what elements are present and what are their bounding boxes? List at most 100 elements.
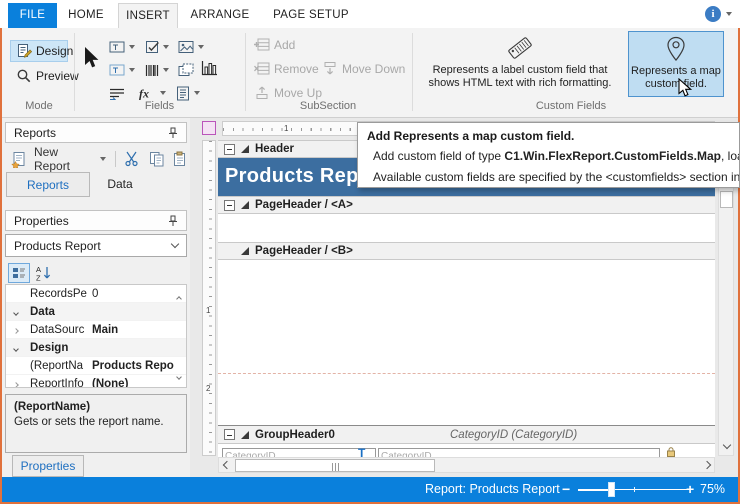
checkbox-dropdown-caret-icon[interactable] [161,38,171,56]
property-row-reportinfo[interactable]: ReportInfo (None) [6,375,186,388]
zoom-slider-track[interactable] [578,489,688,490]
remove-label: Remove [274,62,319,76]
sidebar-tab-data[interactable]: Data [92,172,148,197]
property-grid: RecordsPe 0 Data DataSourc Main Design (… [5,284,187,388]
subsection-remove-button[interactable]: Remove [248,58,325,80]
textbox-dropdown-caret-icon[interactable] [127,38,137,56]
tab-page-setup[interactable]: PAGE SETUP [264,3,358,28]
tab-arrange[interactable]: ARRANGE [184,3,256,28]
reports-panel-title: Reports [14,126,56,140]
svg-text:fx: fx [139,87,149,101]
info-icon[interactable]: i [705,6,721,22]
band-page-header-b[interactable]: PageHeader / <B> [218,242,715,260]
collapse-box-icon[interactable] [224,200,235,211]
hscroll-thumb[interactable] [235,459,435,472]
copy-icon[interactable] [149,151,165,167]
categorized-icon [12,267,26,280]
textfield-dropdown-caret-icon[interactable] [127,61,137,79]
band-content-area[interactable] [218,261,715,426]
map-field-tooltip: Add Represents a map custom field. Add c… [357,122,740,188]
group-separator [74,33,75,111]
new-report-caret-icon[interactable] [100,157,106,161]
scroll-right-icon[interactable] [699,458,714,472]
textfield-button[interactable] [108,61,126,79]
band-marker-icon [241,145,249,153]
checkbox-field-button[interactable] [143,38,161,56]
barcode-field-button[interactable] [143,61,161,79]
textbox-field-button[interactable] [108,38,126,56]
pin-icon[interactable] [168,215,178,227]
scroll-down-icon[interactable] [177,368,181,382]
zoom-center-tick [634,487,635,492]
categorized-view-button[interactable] [8,263,30,283]
subsection-move-down-button[interactable]: Move Down [316,58,411,80]
textbox-icon [109,40,125,54]
cut-icon[interactable] [124,151,140,167]
new-report-button[interactable]: New Report [34,145,92,173]
preview-magnifier-icon [16,68,32,84]
list-icon [176,86,190,101]
property-row-datasource[interactable]: DataSourc Main [6,321,186,339]
pin-icon[interactable] [168,127,178,139]
paste-icon[interactable] [173,151,187,167]
zoom-in-button[interactable]: + [686,481,694,497]
band-page-header-a[interactable]: PageHeader / <A> [218,196,715,214]
zoom-slider-thumb[interactable] [608,482,615,497]
map-pin-icon [665,36,687,62]
selected-object-label: Products Report [14,239,101,253]
properties-bottom-tab[interactable]: Properties [12,455,84,477]
clipped-field[interactable]: CategoryID [222,448,376,457]
band-group-header0[interactable]: GroupHeader0 CategoryID (CategoryID) [218,426,715,444]
clipped-field[interactable]: CategoryID [378,448,660,457]
property-description-box: (ReportName) Gets or sets the report nam… [5,394,187,453]
band-content-area[interactable] [218,214,715,242]
zoom-out-button[interactable]: − [562,481,570,497]
property-row-recordsperpage[interactable]: RecordsPe 0 [6,285,186,303]
ruler-number: 1 [284,124,288,133]
mouse-cursor-icon [678,78,692,98]
scroll-down-icon[interactable] [719,439,734,453]
map-custom-field-text: Represents a map custom field. [631,65,721,91]
horizontal-scrollbar[interactable] [218,457,715,473]
picture-field-button[interactable] [177,38,195,56]
property-row-reportname[interactable]: (ReportNa Products Repo [6,357,186,375]
alphabetical-sort-button[interactable]: AZ [36,265,52,281]
scroll-up-icon[interactable] [177,290,181,304]
preview-mode-button[interactable]: Preview [10,65,68,87]
subsection-add-button[interactable]: Add [248,34,301,56]
category-label: Design [30,342,160,354]
ruler-number: 2 [206,384,210,393]
property-value: Main [92,324,118,336]
sidebar-tab-reports[interactable]: Reports [6,172,90,197]
property-category-design[interactable]: Design [6,339,186,357]
checkbox-icon [145,40,160,55]
hscroll-grip [332,463,340,471]
subreport-icon [178,63,194,77]
collapse-box-icon[interactable] [224,429,235,440]
chart-field-button[interactable] [200,59,218,77]
picture-dropdown-caret-icon[interactable] [196,38,206,56]
tab-file[interactable]: FILE [8,3,57,28]
barcode-dropdown-caret-icon[interactable] [161,61,171,79]
map-custom-field-button[interactable]: Represents a map custom field. [628,31,724,97]
ruler-corner-box[interactable] [202,121,216,135]
info-dropdown-caret-icon[interactable] [726,12,732,16]
property-category-data[interactable]: Data [6,303,186,321]
scroll-left-icon[interactable] [219,458,234,472]
clipped-fields-row[interactable]: CategoryID T CategoryID [218,444,715,457]
tab-home[interactable]: HOME [62,3,110,28]
tab-insert[interactable]: INSERT [118,3,178,29]
vscroll-thumb[interactable] [720,191,733,208]
collapse-box-icon[interactable] [224,144,235,155]
properties-panel-header: Properties [5,210,187,231]
ruler-number: 1 [206,306,210,315]
label-custom-field-button[interactable]: Represents a label custom field that sho… [416,31,624,97]
pointer-tool-button[interactable] [80,46,102,76]
subreport-field-button[interactable] [177,61,195,79]
object-selector-dropdown[interactable]: Products Report [5,234,187,257]
tooltip-title: Add Represents a map custom field. [367,129,574,143]
design-mode-button[interactable]: Design [10,40,68,62]
custom-fields-group-label: Custom Fields [416,100,726,114]
picture-icon [178,40,194,54]
add-subsection-icon [254,37,270,53]
